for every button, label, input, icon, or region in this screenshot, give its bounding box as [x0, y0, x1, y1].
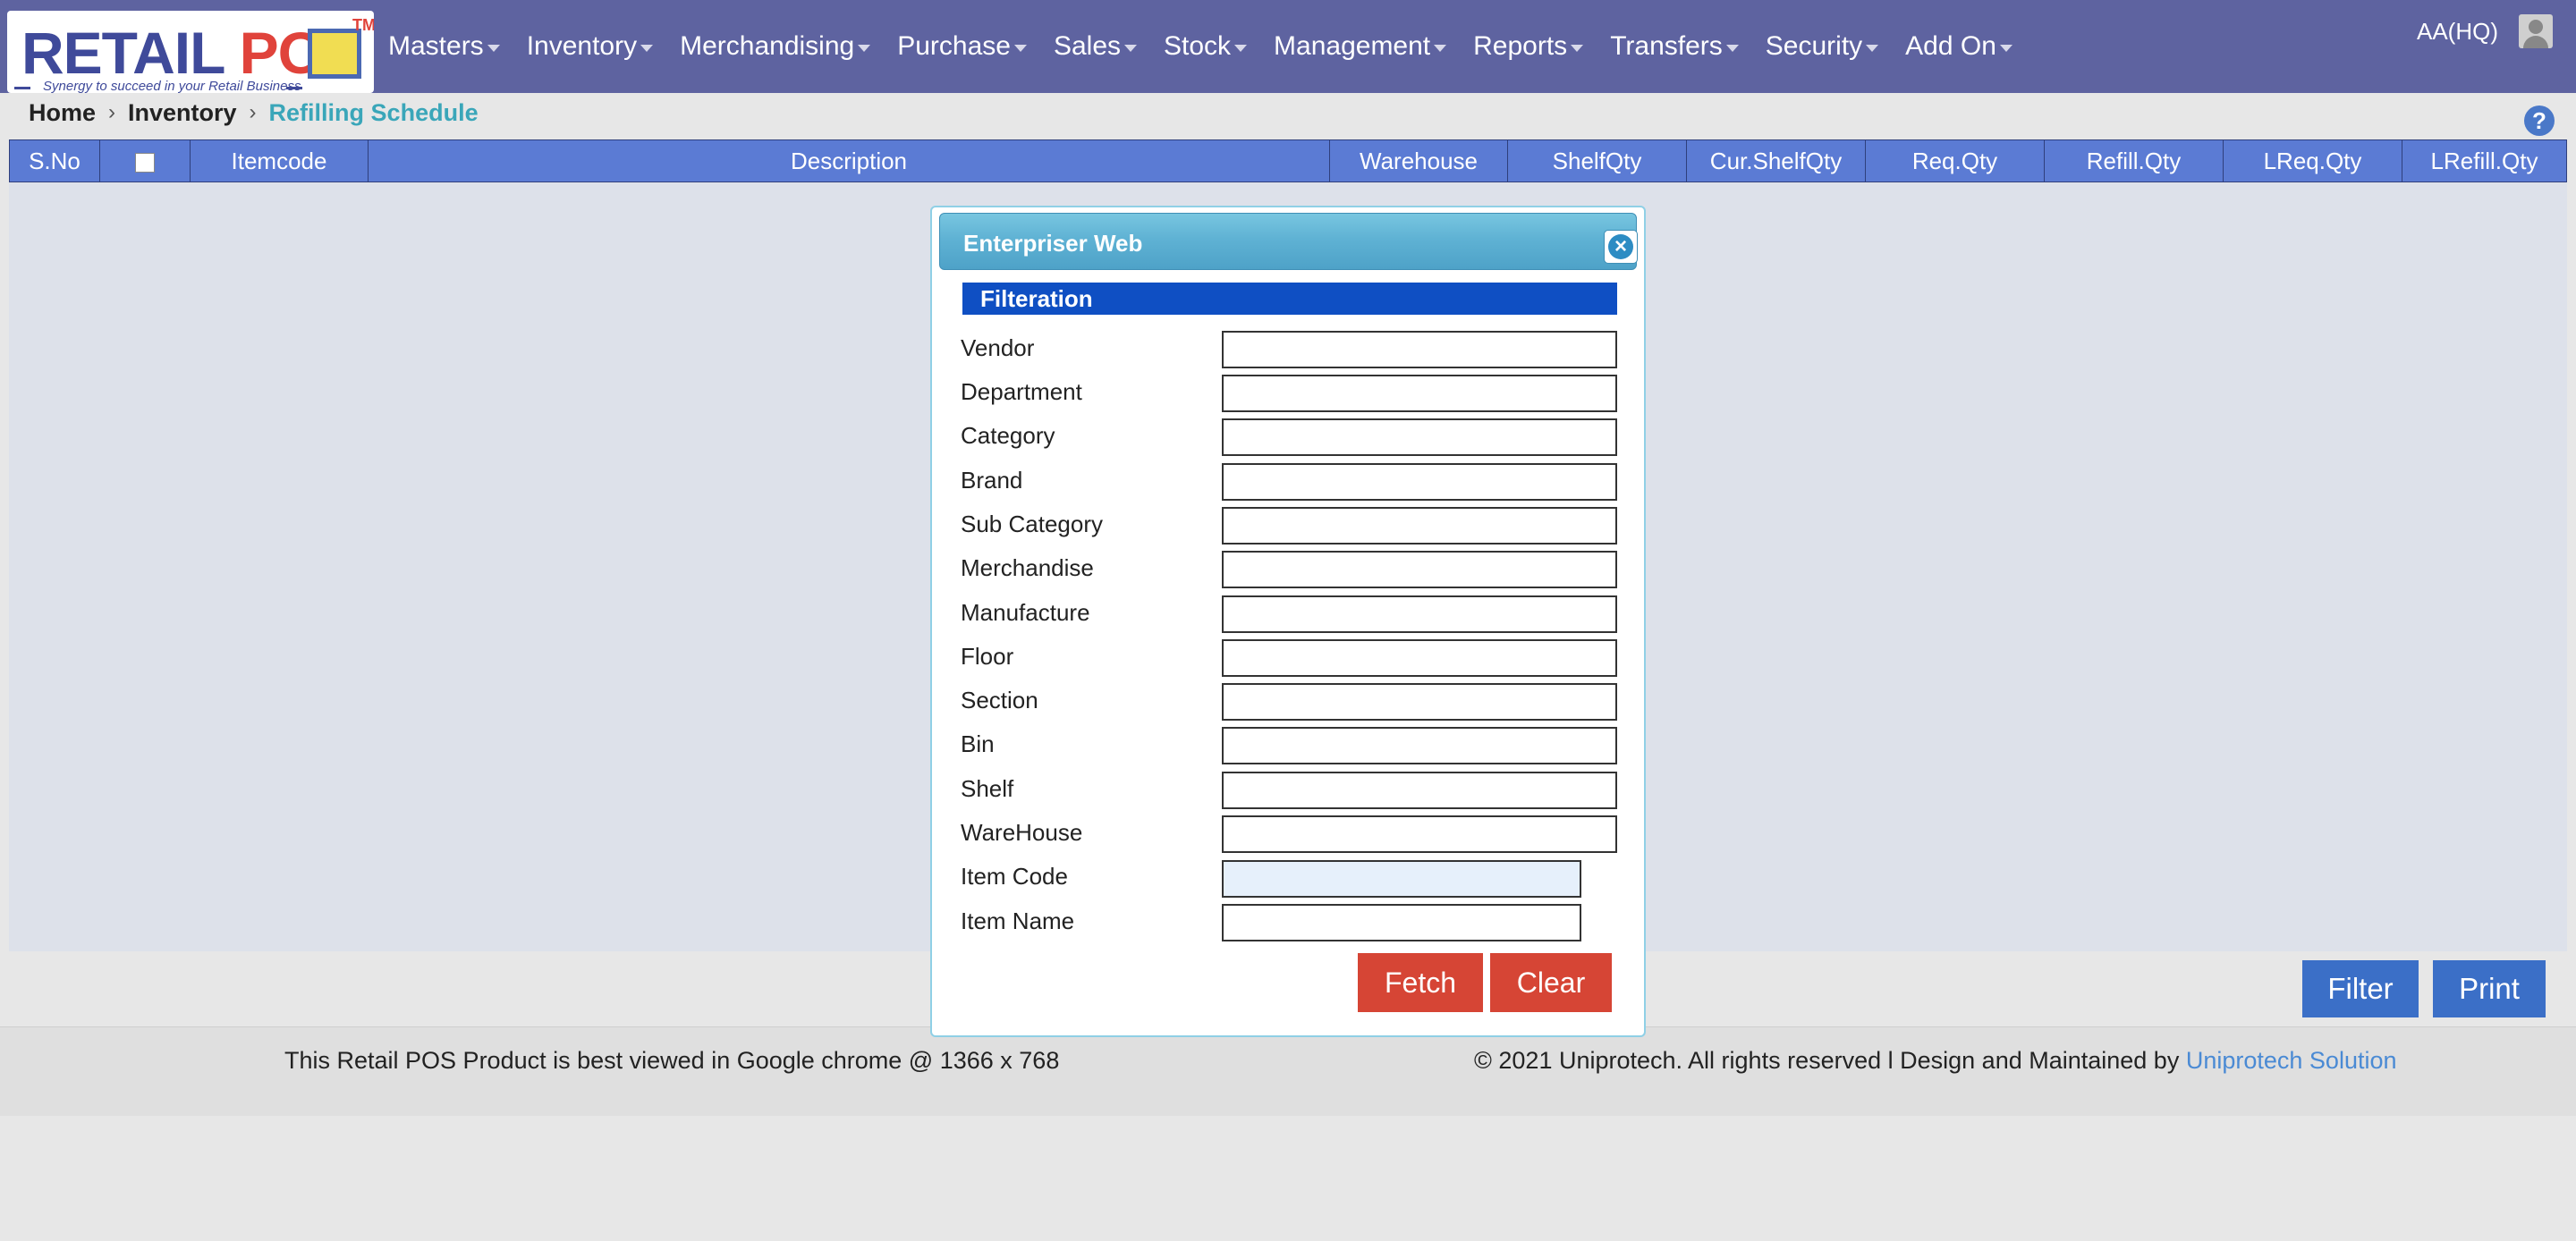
- warehouse-input[interactable]: [1222, 815, 1617, 853]
- logo-tagline: Synergy to succeed in your Retail Busine…: [43, 79, 301, 93]
- floor-label: Floor: [961, 643, 1014, 670]
- logo-square-icon: [308, 29, 361, 79]
- col-cur-shelfqty[interactable]: Cur.ShelfQty: [1687, 140, 1866, 182]
- main-menu: Masters Inventory Merchandising Purchase…: [388, 0, 2039, 93]
- manufacture-input[interactable]: [1222, 595, 1617, 633]
- menu-management[interactable]: Management: [1274, 31, 1447, 62]
- manufacture-label: Manufacture: [961, 599, 1090, 626]
- category-input[interactable]: [1222, 418, 1617, 456]
- floor-input[interactable]: [1222, 639, 1617, 677]
- col-refill-qty[interactable]: Refill.Qty: [2045, 140, 2224, 182]
- footer: This Retail POS Product is best viewed i…: [0, 1026, 2576, 1116]
- filter-dialog: Enterpriser Web × Filteration Vendor Dep…: [930, 206, 1646, 1037]
- breadcrumb-current: Refilling Schedule: [268, 98, 479, 126]
- col-warehouse[interactable]: Warehouse: [1330, 140, 1508, 182]
- close-icon: ×: [1608, 234, 1633, 259]
- logo-trademark: TM: [352, 16, 374, 34]
- menu-merchandising[interactable]: Merchandising: [680, 31, 871, 62]
- chevron-down-icon: [1124, 45, 1137, 52]
- shelf-input[interactable]: [1222, 772, 1617, 809]
- breadcrumb-separator: ›: [108, 100, 116, 124]
- help-icon[interactable]: ?: [2524, 106, 2555, 136]
- col-req-qty[interactable]: Req.Qty: [1866, 140, 2045, 182]
- chevron-down-icon: [487, 45, 500, 52]
- item-name-input[interactable]: [1222, 904, 1581, 941]
- breadcrumb-home[interactable]: Home: [29, 99, 96, 127]
- col-lrefill-qty[interactable]: LRefill.Qty: [2402, 140, 2566, 182]
- dialog-titlebar[interactable]: Enterpriser Web ×: [939, 213, 1638, 270]
- chevron-down-icon: [858, 45, 871, 52]
- col-description[interactable]: Description: [369, 140, 1330, 182]
- item-code-input[interactable]: [1222, 860, 1581, 898]
- footer-company-link[interactable]: Uniprotech Solution: [2186, 1047, 2397, 1074]
- breadcrumb-inventory[interactable]: Inventory: [128, 99, 237, 127]
- close-button[interactable]: ×: [1604, 230, 1638, 264]
- user-name[interactable]: AA(HQ): [2417, 18, 2498, 46]
- department-input[interactable]: [1222, 375, 1617, 412]
- vendor-label: Vendor: [961, 334, 1035, 361]
- filter-button[interactable]: Filter: [2302, 960, 2419, 1017]
- sub-category-label: Sub Category: [961, 511, 1103, 537]
- menu-transfers[interactable]: Transfers: [1610, 31, 1739, 62]
- sub-category-input[interactable]: [1222, 507, 1617, 545]
- col-itemcode[interactable]: Itemcode: [191, 140, 369, 182]
- col-lreq-qty[interactable]: LReq.Qty: [2224, 140, 2402, 182]
- chevron-down-icon: [640, 45, 654, 52]
- breadcrumb-separator: ›: [249, 100, 257, 124]
- user-avatar-icon[interactable]: [2519, 14, 2553, 48]
- avatar-head: [2529, 20, 2543, 34]
- section-input[interactable]: [1222, 683, 1617, 721]
- chevron-down-icon: [1999, 45, 2012, 52]
- chevron-down-icon: [1571, 45, 1584, 52]
- logo-rule-left: [14, 87, 30, 89]
- menu-add-on[interactable]: Add On: [1905, 31, 2012, 62]
- grid-header: S.No Itemcode Description Warehouse Shel…: [9, 139, 2567, 182]
- fetch-button[interactable]: Fetch: [1358, 953, 1483, 1012]
- col-sno: S.No: [10, 140, 100, 182]
- bin-input[interactable]: [1222, 727, 1617, 764]
- merchandise-input[interactable]: [1222, 551, 1617, 588]
- menu-purchase[interactable]: Purchase: [897, 31, 1027, 62]
- item-name-label: Item Name: [961, 908, 1075, 934]
- footer-browser-note: This Retail POS Product is best viewed i…: [284, 1047, 1060, 1074]
- item-code-label: Item Code: [961, 863, 1068, 890]
- brand-input[interactable]: [1222, 463, 1617, 501]
- retail-pos-logo[interactable]: RETAIL POS TM Synergy to succeed in your…: [7, 11, 374, 93]
- category-label: Category: [961, 422, 1055, 449]
- shelf-label: Shelf: [961, 775, 1014, 802]
- bin-label: Bin: [961, 730, 995, 757]
- menu-security[interactable]: Security: [1766, 31, 1879, 62]
- menu-sales[interactable]: Sales: [1054, 31, 1137, 62]
- chevron-down-icon: [1234, 45, 1248, 52]
- top-navbar: RETAIL POS TM Synergy to succeed in your…: [0, 0, 2576, 93]
- department-label: Department: [961, 378, 1082, 405]
- chevron-down-icon: [1013, 45, 1027, 52]
- warehouse-label: WareHouse: [961, 819, 1083, 846]
- print-button[interactable]: Print: [2433, 960, 2546, 1017]
- footer-copyright: © 2021 Uniprotech. All rights reserved l…: [1474, 1047, 2397, 1075]
- avatar-body: [2523, 36, 2548, 48]
- filteration-header: Filteration: [962, 283, 1617, 315]
- select-all-checkbox[interactable]: [135, 153, 155, 173]
- section-label: Section: [961, 687, 1038, 713]
- merchandise-label: Merchandise: [961, 554, 1094, 581]
- chevron-down-icon: [1434, 45, 1447, 52]
- menu-masters[interactable]: Masters: [388, 31, 500, 62]
- vendor-input[interactable]: [1222, 331, 1617, 368]
- logo-rule-right: [286, 87, 302, 89]
- breadcrumb: Home › Inventory › Refilling Schedule: [29, 95, 479, 131]
- clear-button[interactable]: Clear: [1490, 953, 1612, 1012]
- brand-label: Brand: [961, 467, 1023, 494]
- menu-reports[interactable]: Reports: [1473, 31, 1584, 62]
- dialog-title: Enterpriser Web: [963, 230, 1143, 257]
- menu-inventory[interactable]: Inventory: [527, 31, 654, 62]
- chevron-down-icon: [1725, 45, 1739, 52]
- footer-copyright-text: © 2021 Uniprotech. All rights reserved l…: [1474, 1047, 2180, 1074]
- col-shelfqty[interactable]: ShelfQty: [1508, 140, 1687, 182]
- col-select: [100, 140, 191, 182]
- menu-stock[interactable]: Stock: [1164, 31, 1248, 62]
- chevron-down-icon: [1866, 45, 1879, 52]
